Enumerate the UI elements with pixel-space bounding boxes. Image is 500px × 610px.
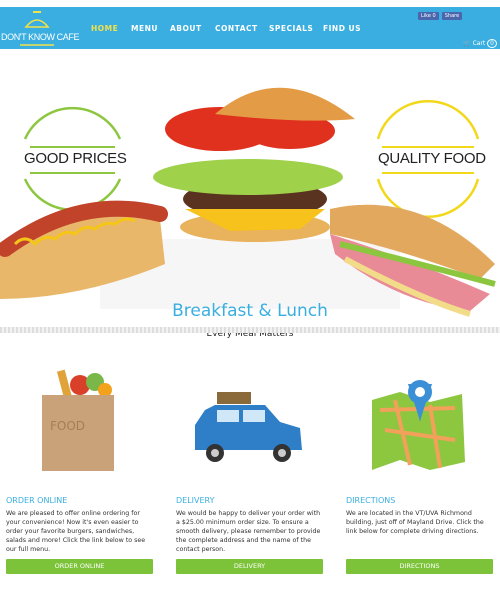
feature-order-online: ORDER ONLINE We are pleased to offer onl…	[6, 496, 154, 554]
hero-title: Breakfast & Lunch	[172, 301, 328, 321]
car-icon	[195, 392, 302, 462]
bag-label: FOOD	[50, 419, 85, 433]
feature-delivery: DELIVERY We would be happy to deliver yo…	[176, 496, 324, 554]
feature-text: We are pleased to offer online ordering …	[6, 510, 146, 553]
hero-banner: GOOD PRICES QUALITY FOOD Breakfast & Lun…	[0, 49, 500, 339]
facebook-buttons: Like 0 Share	[418, 12, 463, 20]
nav-about[interactable]: ABOUT	[170, 24, 202, 33]
cart-icon: 🛒	[463, 40, 471, 47]
feature-icons: FOOD	[42, 369, 465, 471]
feature-title: ORDER ONLINE	[6, 496, 68, 505]
nav-find-us[interactable]: FIND US	[323, 24, 361, 33]
quality-food-text: QUALITY FOOD	[378, 150, 486, 167]
cart-label: Cart	[472, 40, 486, 47]
delivery-button[interactable]: DELIVERY	[176, 559, 323, 574]
order-online-button[interactable]: ORDER ONLINE	[6, 559, 153, 574]
feature-text: We are located in the VT/UVA Richmond bu…	[346, 510, 484, 535]
directions-button[interactable]: DIRECTIONS	[346, 559, 493, 574]
nav-contact[interactable]: CONTACT	[215, 24, 258, 33]
feature-text: We would be happy to deliver your order …	[176, 510, 321, 553]
section-divider	[0, 327, 500, 333]
nav-specials[interactable]: SPECIALS	[269, 24, 313, 33]
feature-title: DIRECTIONS	[346, 496, 396, 505]
hero-illustration	[0, 87, 496, 317]
map-pin-icon	[372, 380, 465, 470]
cart-count: 0	[487, 39, 497, 48]
cart-link[interactable]: 🛒 Cart 0	[463, 39, 497, 48]
good-prices-text: GOOD PRICES	[24, 150, 127, 167]
feature-title: DELIVERY	[176, 496, 215, 505]
fb-share-button[interactable]: Share	[441, 12, 463, 20]
fb-like-button[interactable]: Like 0	[418, 12, 439, 20]
feature-directions: DIRECTIONS We are located in the VT/UVA …	[346, 496, 494, 536]
main-nav: HOME MENU ABOUT CONTACT SPECIALS FIND US	[0, 24, 380, 36]
burger-image	[100, 87, 400, 309]
nav-home[interactable]: HOME	[91, 24, 118, 33]
nav-menu[interactable]: MENU	[131, 24, 158, 33]
site-header: DON'T KNOW CAFE HOME MENU ABOUT CONTACT …	[0, 7, 500, 49]
